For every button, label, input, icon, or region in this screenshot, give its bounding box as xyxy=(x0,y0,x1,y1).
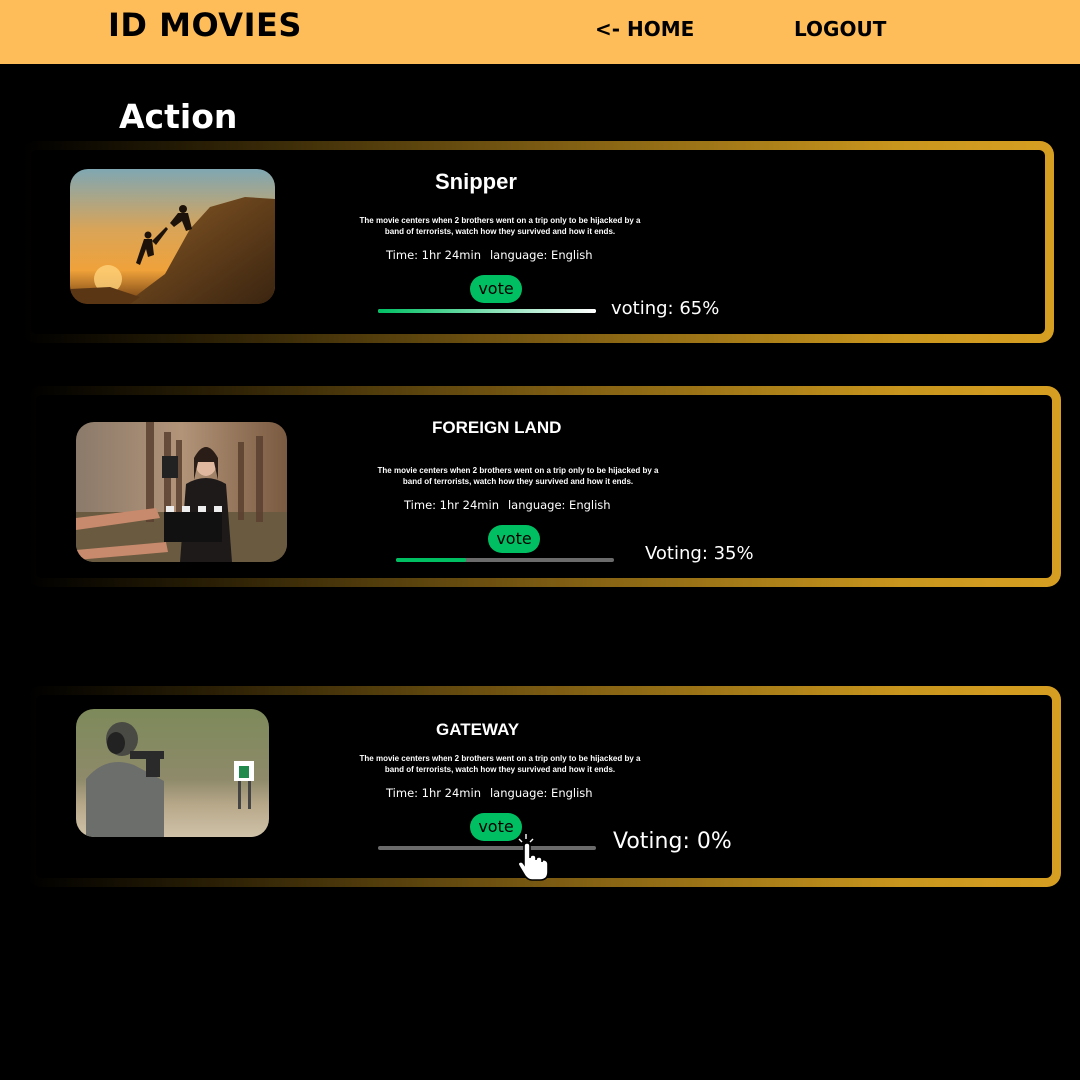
movie-meta: Time: 1hr 24min language: English xyxy=(404,498,611,512)
app-logo[interactable]: ID MOVIES xyxy=(108,6,302,44)
top-navbar: ID MOVIES <- HOME LOGOUT xyxy=(0,0,1080,64)
logout-link[interactable]: LOGOUT xyxy=(794,17,886,41)
movie-meta: Time: 1hr 24min language: English xyxy=(386,786,593,800)
pointer-cursor-icon xyxy=(516,832,550,886)
movie-time: Time: 1hr 24min xyxy=(386,786,481,800)
movie-meta: Time: 1hr 24min language: English xyxy=(386,248,593,262)
movie-poster-climbers[interactable] xyxy=(70,169,275,304)
vote-button[interactable]: vote xyxy=(488,525,540,553)
movie-description: The movie centers when 2 brothers went o… xyxy=(359,216,641,236)
movie-language: language: English xyxy=(489,786,593,800)
voting-progress-bar xyxy=(378,846,596,850)
voting-progress-bar xyxy=(378,309,596,313)
voting-percentage: voting: 65% xyxy=(611,298,720,319)
movie-time: Time: 1hr 24min xyxy=(404,498,499,512)
voting-progress-bar xyxy=(396,558,614,562)
movie-language: language: English xyxy=(507,498,611,512)
movie-title: GATEWAY xyxy=(436,720,520,739)
voting-progress-fill xyxy=(396,558,466,562)
movie-poster-shooter[interactable] xyxy=(76,709,269,837)
movie-description: The movie centers when 2 brothers went o… xyxy=(359,754,641,774)
home-link[interactable]: <- HOME xyxy=(595,17,694,41)
movie-language: language: English xyxy=(489,248,593,262)
vote-button[interactable]: vote xyxy=(470,275,522,303)
voting-progress-fill xyxy=(378,309,596,313)
movie-description: The movie centers when 2 brothers went o… xyxy=(377,466,659,486)
movie-title: FOREIGN LAND xyxy=(432,418,562,437)
movie-poster-woman-clapperboard[interactable] xyxy=(76,422,287,562)
vote-button[interactable]: vote xyxy=(470,813,522,841)
movie-time: Time: 1hr 24min xyxy=(386,248,481,262)
voting-percentage: Voting: 35% xyxy=(645,543,754,564)
movie-title: Snipper xyxy=(435,169,517,194)
section-title: Action xyxy=(119,97,238,136)
voting-percentage: Voting: 0% xyxy=(613,829,732,854)
